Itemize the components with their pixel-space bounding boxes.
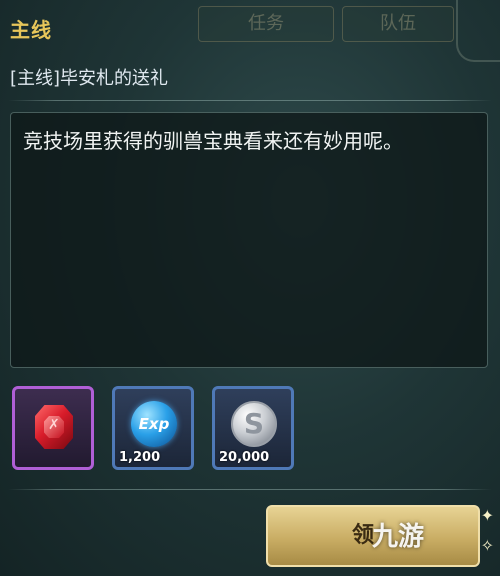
reward-slot-exp[interactable]: Exp 1,200 bbox=[112, 386, 194, 470]
quest-description: 竞技场里获得的驯兽宝典看来还有妙用呢。 bbox=[10, 112, 488, 368]
watermark-logo: 九游 bbox=[372, 516, 490, 558]
divider bbox=[8, 100, 492, 101]
reward-amount-exp: 1,200 bbox=[119, 450, 161, 465]
quest-description-text: 竞技场里获得的驯兽宝典看来还有妙用呢。 bbox=[23, 129, 403, 153]
gem-mark-icon: ✗ bbox=[48, 417, 60, 433]
tab-team[interactable]: 队伍 bbox=[342, 6, 454, 42]
tab-task[interactable]: 任务 bbox=[198, 6, 334, 42]
reward-amount-silver: 20,000 bbox=[219, 450, 270, 465]
claim-button-label: 领 bbox=[352, 523, 375, 548]
red-gem-icon: ✗ bbox=[35, 405, 73, 449]
exp-icon: Exp bbox=[131, 401, 177, 447]
sparkle-icon: ✦ bbox=[480, 506, 494, 525]
silver-coin-icon: S bbox=[231, 401, 277, 447]
panel-title: 主线 bbox=[10, 18, 52, 42]
reward-slot-gem[interactable]: ✗ bbox=[12, 386, 94, 470]
divider bbox=[8, 489, 492, 490]
sparkle-icon: ✧ bbox=[480, 536, 494, 555]
reward-slot-silver[interactable]: S 20,000 bbox=[212, 386, 294, 470]
watermark-text: 九游 bbox=[372, 522, 425, 552]
corner-ornament bbox=[456, 0, 500, 62]
quest-name: [主线]毕安札的送礼 bbox=[10, 68, 169, 89]
